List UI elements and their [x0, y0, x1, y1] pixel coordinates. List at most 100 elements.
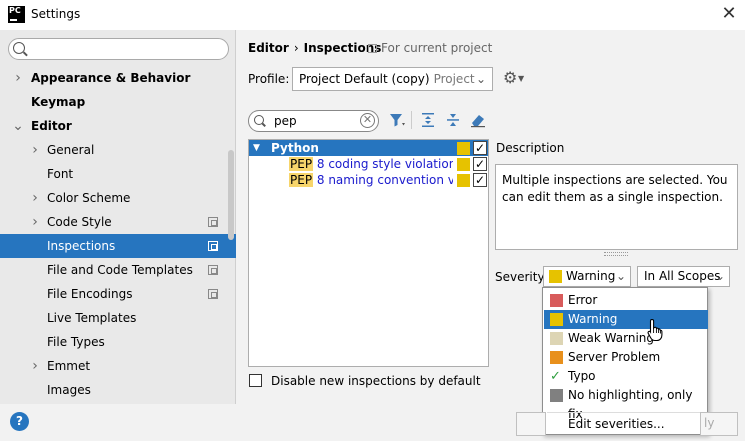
toolbar-separator	[411, 111, 412, 129]
severity-option-label: Error	[568, 293, 598, 307]
tree-group-python[interactable]: ▼ Python ✓	[249, 140, 488, 156]
breadcrumb-separator: ›	[293, 41, 299, 55]
severity-option-weak-warning[interactable]: Weak Warning	[544, 329, 708, 348]
warning-severity-icon	[457, 142, 470, 155]
pycharm-logo-icon: PC	[8, 6, 25, 23]
sidebar-item-file-types[interactable]: File Types	[0, 330, 236, 354]
severity-option-label: Warning	[568, 312, 618, 326]
inspection-filter-input[interactable]: pep ✕	[248, 110, 379, 132]
project-level-icon	[208, 265, 218, 275]
severity-option-label: Weak Warning	[568, 331, 654, 345]
chevron-right-icon[interactable]: ›	[29, 210, 41, 234]
project-level-icon	[208, 289, 218, 299]
severity-popup-menu: Error Warning Weak Warning Server Problem ✓ T…	[542, 287, 708, 435]
severity-color-swatch-icon	[550, 351, 563, 364]
help-button[interactable]: ?	[10, 412, 29, 431]
sidebar-item-label: Code Style	[47, 215, 112, 229]
inspections-tree: ▼ Python ✓ PEP 8 coding style violation …	[248, 139, 489, 367]
profile-dropdown[interactable]: Project Default (copy) Project ⌄	[292, 67, 493, 91]
title-bar: PC Settings ✕	[0, 0, 745, 30]
clear-filter-icon[interactable]: ✕	[360, 113, 375, 128]
chevron-down-icon[interactable]: ⌄	[12, 114, 24, 138]
severity-option-error[interactable]: Error	[544, 291, 708, 310]
scope-dropdown[interactable]: In All Scopes ⌄	[637, 266, 730, 287]
severity-option-server-problem[interactable]: Server Problem	[544, 348, 708, 367]
sidebar-item-code-style[interactable]: › Code Style	[0, 210, 236, 234]
caret-down-icon: ▼	[518, 74, 525, 83]
close-window-button[interactable]: ✕	[718, 3, 740, 25]
project-scope-note: For current project	[368, 41, 492, 55]
reset-eraser-icon[interactable]	[469, 111, 487, 129]
tree-item-pep8-naming[interactable]: PEP 8 naming convention violation ✓	[249, 172, 488, 188]
sidebar-item-file-encodings[interactable]: File Encodings	[0, 282, 236, 306]
severity-option-warning[interactable]: Warning	[544, 310, 708, 329]
sidebar-item-label: Editor	[31, 119, 72, 133]
project-level-icon	[208, 241, 218, 251]
sidebar-item-images[interactable]: Images	[0, 378, 236, 402]
filter-funnel-icon[interactable]	[388, 111, 406, 129]
sidebar-item-emmet[interactable]: › Emmet	[0, 354, 236, 378]
sidebar-item-color-scheme[interactable]: › Color Scheme	[0, 186, 236, 210]
chevron-right-icon[interactable]: ›	[29, 354, 41, 378]
disable-new-inspections-label: Disable new inspections by default	[271, 374, 481, 388]
sidebar-item-live-templates[interactable]: Live Templates	[0, 306, 236, 330]
tree-item-pep8-coding[interactable]: PEP 8 coding style violation ✓	[249, 156, 488, 172]
sidebar-item-label: Color Scheme	[47, 191, 131, 205]
sidebar-item-inspections[interactable]: Inspections	[0, 234, 236, 258]
filter-value: pep	[274, 114, 297, 128]
disable-new-inspections-checkbox[interactable]	[249, 374, 262, 387]
search-icon	[13, 42, 25, 54]
sidebar-item-label: Keymap	[31, 95, 86, 109]
gear-icon[interactable]: ⚙	[503, 68, 517, 87]
sidebar-scrollbar-thumb[interactable]	[228, 150, 234, 240]
chevron-down-icon: ⌄	[475, 72, 486, 86]
menu-separator	[547, 412, 705, 413]
expanded-triangle-icon: ▼	[253, 143, 260, 153]
sidebar-item-appearance-behavior[interactable]: › Appearance & Behavior	[0, 66, 236, 90]
python-group-checkbox[interactable]: ✓	[473, 141, 487, 155]
breadcrumb: Editor › Inspections	[248, 41, 381, 55]
severity-value: Warning	[566, 269, 616, 283]
hand-cursor-icon	[646, 318, 666, 342]
sidebar-item-label: File Encodings	[47, 287, 133, 301]
severity-color-swatch-icon	[550, 389, 563, 402]
project-copy-icon	[368, 44, 377, 53]
pep8-naming-checkbox[interactable]: ✓	[473, 173, 487, 187]
sidebar-item-general[interactable]: › General	[0, 138, 236, 162]
sidebar-item-file-and-code-templates[interactable]: File and Code Templates	[0, 258, 236, 282]
chevron-right-icon[interactable]: ›	[29, 138, 41, 162]
search-icon	[254, 115, 264, 125]
sidebar-item-editor[interactable]: ⌄ Editor	[0, 114, 236, 138]
match-highlight: PEP	[289, 173, 314, 187]
severity-color-swatch-icon	[550, 332, 563, 345]
breadcrumb-editor[interactable]: Editor	[248, 41, 289, 55]
splitter-handle[interactable]	[604, 252, 628, 256]
sidebar-item-label: File Types	[47, 335, 105, 349]
sidebar-item-font[interactable]: Font	[0, 162, 236, 186]
severity-dropdown[interactable]: Warning ⌄	[543, 266, 631, 287]
sidebar-item-label: Appearance & Behavior	[31, 71, 191, 85]
expand-all-icon[interactable]	[419, 111, 437, 129]
chevron-right-icon[interactable]: ›	[12, 66, 24, 90]
window-title: Settings	[31, 7, 81, 21]
description-box: Multiple inspections are selected. You c…	[495, 164, 738, 250]
pep8-coding-checkbox[interactable]: ✓	[473, 157, 487, 171]
edit-severities-item[interactable]: Edit severities...	[544, 415, 708, 434]
collapse-all-icon[interactable]	[444, 111, 462, 129]
profile-label: Profile:	[248, 72, 290, 86]
settings-sidebar: › Appearance & Behavior Keymap ⌄ Editor › Gene…	[0, 30, 236, 404]
severity-label: Severity:	[495, 270, 548, 284]
settings-search-input[interactable]	[8, 38, 229, 60]
sidebar-item-label: Live Templates	[47, 311, 137, 325]
sidebar-item-label: Inspections	[47, 239, 116, 253]
sidebar-item-label: Images	[47, 383, 91, 397]
severity-option-label: Typo	[568, 369, 596, 383]
sidebar-item-keymap[interactable]: Keymap	[0, 90, 236, 114]
chevron-right-icon[interactable]: ›	[29, 186, 41, 210]
severity-option-typo[interactable]: ✓ Typo	[544, 367, 708, 386]
warning-severity-icon	[457, 174, 470, 187]
ok-button-edge[interactable]	[516, 412, 546, 436]
severity-option-no-highlighting-only-fix[interactable]: No highlighting, only fix	[544, 386, 708, 421]
profile-value: Project Default (copy)	[299, 72, 430, 86]
sidebar-item-label: General	[47, 143, 95, 157]
